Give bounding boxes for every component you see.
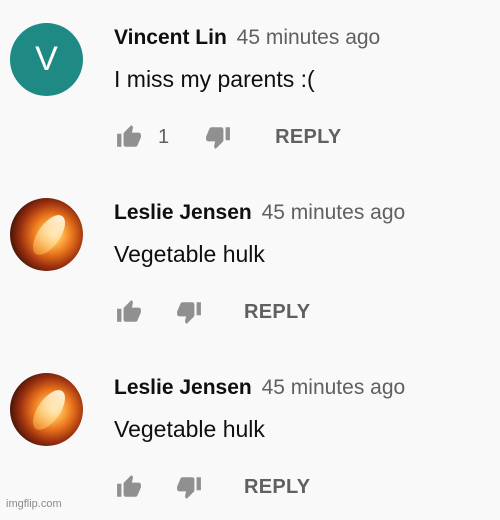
comment-actions: REPLY — [114, 297, 310, 327]
avatar-image-detail — [26, 209, 72, 261]
like-count: 1 — [158, 125, 170, 148]
reply-button[interactable]: REPLY — [244, 301, 310, 324]
thumbs-up-icon — [117, 300, 141, 322]
comment-timestamp[interactable]: 45 minutes ago — [262, 201, 406, 224]
reply-button[interactable]: REPLY — [275, 126, 341, 149]
comment-text: Vegetable hulk — [114, 416, 265, 442]
comment-item: Leslie Jensen 45 minutes ago Vegetable h… — [0, 175, 500, 345]
like-button[interactable] — [114, 297, 144, 327]
reply-button[interactable]: REPLY — [244, 476, 310, 499]
comment-actions: 1 REPLY — [114, 122, 341, 152]
dislike-button[interactable] — [203, 122, 233, 152]
dislike-button[interactable] — [174, 472, 204, 502]
comment-text: Vegetable hulk — [114, 241, 265, 267]
thumbs-up-icon — [117, 475, 141, 497]
avatar[interactable] — [10, 373, 83, 446]
comment-item: Leslie Jensen 45 minutes ago Vegetable h… — [0, 350, 500, 520]
comment-header: Vincent Lin 45 minutes ago — [114, 26, 380, 50]
thumbs-down-icon — [206, 127, 231, 149]
thumbs-down-icon — [177, 477, 201, 499]
comment-header: Leslie Jensen 45 minutes ago — [114, 201, 405, 225]
like-button[interactable] — [114, 122, 144, 152]
comment-author[interactable]: Vincent Lin — [114, 26, 227, 49]
comment-header: Leslie Jensen 45 minutes ago — [114, 376, 405, 400]
comment-timestamp[interactable]: 45 minutes ago — [262, 376, 406, 399]
comment-actions: REPLY — [114, 472, 310, 502]
avatar-image-detail — [26, 384, 72, 436]
thumbs-up-icon — [117, 125, 141, 147]
comment-author[interactable]: Leslie Jensen — [114, 376, 252, 399]
like-button[interactable] — [114, 472, 144, 502]
comment-text: I miss my parents :( — [114, 66, 315, 92]
comment-author[interactable]: Leslie Jensen — [114, 201, 252, 224]
comment-timestamp[interactable]: 45 minutes ago — [237, 26, 381, 49]
comment-item: V Vincent Lin 45 minutes ago I miss my p… — [0, 0, 500, 170]
dislike-button[interactable] — [174, 297, 204, 327]
avatar[interactable]: V — [10, 23, 83, 96]
watermark: imgflip.com — [6, 498, 62, 510]
avatar[interactable] — [10, 198, 83, 271]
thumbs-down-icon — [177, 302, 201, 324]
